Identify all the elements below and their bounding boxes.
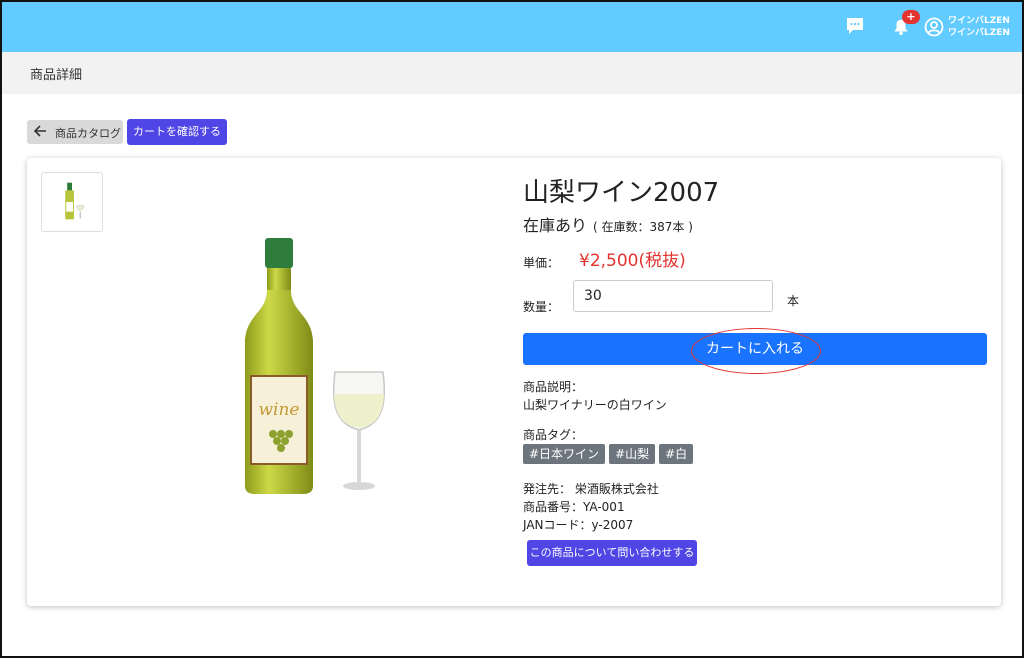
tags-label: 商品タグ： — [523, 428, 584, 442]
supplier: 発注先： 栄酒販株式会社 — [523, 482, 659, 496]
notification-badge: + — [902, 10, 920, 24]
product-name: 山梨ワイン2007 — [523, 178, 720, 208]
arrow-left-icon — [33, 125, 46, 137]
quantity-input[interactable] — [573, 280, 773, 312]
user-name-line1: ワインバLZEN — [948, 16, 1010, 26]
stock-count: ( 在庫数：387本 ) — [593, 220, 693, 234]
quantity-unit: 本 — [787, 294, 800, 308]
tag-yamanashi[interactable]: #山梨 — [609, 444, 656, 464]
price-label: 単価： — [523, 256, 560, 270]
user-name-line2: ワインバLZEN — [948, 28, 1010, 38]
highlight-annotation — [691, 328, 821, 374]
wine-image: wine — [245, 238, 386, 494]
product-code: 商品番号：YA-001 — [523, 500, 625, 514]
description-text: 山梨ワイナリーの白ワイン — [523, 398, 667, 412]
back-button-label: 商品カタログ — [55, 127, 121, 140]
user-name[interactable]: ワインバLZEN ワインバLZEN — [948, 15, 1010, 39]
notification-button[interactable]: + — [890, 10, 920, 40]
app-frame: + ワインバLZEN ワインバLZEN 商品詳細 商品カタログ カートを確認する — [0, 0, 1024, 658]
product-thumbnail[interactable] — [41, 172, 103, 232]
quantity-label: 数量： — [523, 300, 560, 314]
back-to-catalog-button[interactable]: 商品カタログ — [27, 120, 123, 144]
product-info: 発注先： 栄酒販株式会社 商品番号：YA-001 JANコード：y-2007 — [523, 480, 659, 534]
tag-white[interactable]: #白 — [659, 444, 694, 464]
price-value: ¥2,500(税抜) — [579, 251, 686, 271]
tag-japan-wine[interactable]: #日本ワイン — [523, 444, 606, 464]
inquiry-button[interactable]: この商品について問い合わせする — [527, 540, 697, 566]
description-label: 商品説明： — [523, 380, 584, 394]
chat-icon[interactable] — [845, 17, 865, 35]
top-bar: + ワインバLZEN ワインバLZEN — [2, 2, 1022, 52]
jan-code: JANコード：y-2007 — [523, 518, 634, 532]
bottle-label-text: wine — [259, 400, 300, 420]
stock-status: 在庫あり ( 在庫数：387本 ) — [523, 212, 693, 236]
wine-bottle-icon — [65, 182, 84, 220]
page-title: 商品詳細 — [30, 68, 83, 83]
stock-status-text: 在庫あり — [523, 216, 588, 235]
tag-list: #日本ワイン #山梨 #白 — [523, 444, 694, 464]
product-card: wine 山梨ワイン2007 在庫あり ( 在庫数：387本 ) 単価： ¥2,5… — [27, 158, 1001, 606]
user-icon[interactable] — [924, 17, 944, 37]
page-header: 商品詳細 — [2, 52, 1022, 94]
check-cart-button[interactable]: カートを確認する — [127, 119, 227, 145]
